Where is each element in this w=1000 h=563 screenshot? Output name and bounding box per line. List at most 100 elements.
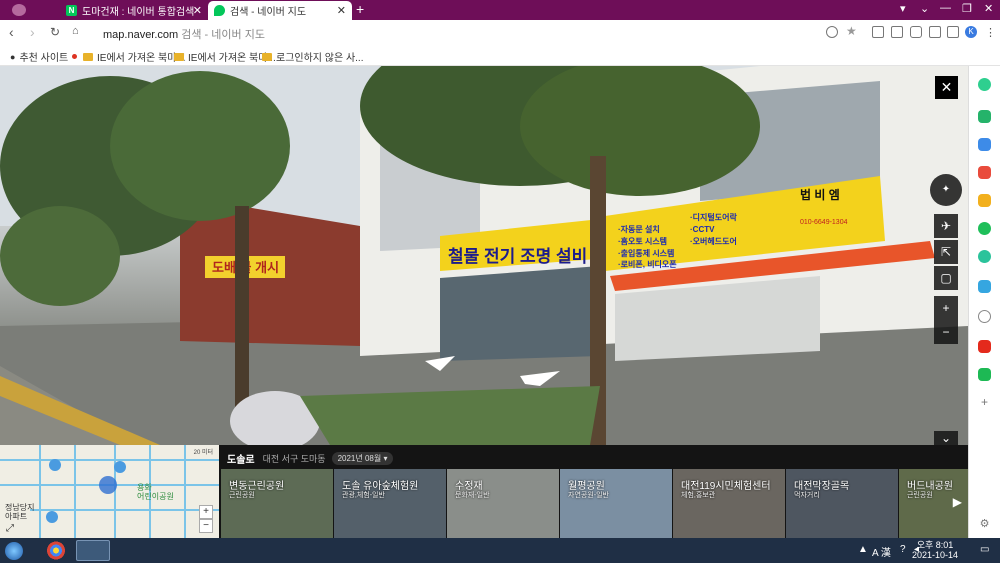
favorites-icon[interactable] [978, 194, 991, 207]
ime-indicator[interactable]: A 漢 [872, 544, 891, 559]
pin-icon[interactable]: ⌄ [920, 2, 929, 15]
bookmarks-bar: ● 추천 사이트 IE에서 가져온 북마크 IE에서 가져온 북마... 로그인… [0, 46, 1000, 66]
thumbnail-category: 문화재-일반 [455, 492, 490, 499]
help-icon[interactable]: ? [900, 544, 906, 555]
collapse-panel-icon[interactable]: ⌄ [934, 431, 958, 445]
sign-list-item: ·CCTV [690, 225, 715, 234]
zoom-out-icon[interactable]: − [934, 320, 958, 344]
fullscreen-icon[interactable]: ▢ [934, 266, 958, 290]
address-bar[interactable]: map.naver.com 검색 - 네이버 지도 [103, 26, 265, 42]
bookmark-star-icon[interactable]: ★ [846, 24, 858, 38]
street-view-panorama[interactable]: 도배 블 개시 철물 전기 조명 설비 ·자동문 설치 ·홈오토 시스템 ·출입… [0, 66, 968, 445]
notification-icon[interactable] [978, 110, 991, 123]
star-icon: ● [10, 51, 16, 62]
whale-browser-icon[interactable] [76, 540, 110, 561]
tray-network-icon[interactable]: ▲ [858, 544, 868, 555]
reload-icon[interactable]: ↻ [50, 25, 60, 39]
chat-icon[interactable] [978, 222, 991, 235]
bookmark-recommended-sites[interactable]: ● 추천 사이트 [10, 49, 69, 65]
translate-icon[interactable] [978, 280, 991, 293]
browser-toolbar: ‹ › ↻ ⌂ map.naver.com 검색 - 네이버 지도 ★ K ⋮ [0, 20, 1000, 46]
mail-icon[interactable] [978, 138, 991, 151]
capture-icon[interactable] [891, 26, 903, 38]
naver-map-pin-icon [214, 5, 225, 16]
forward-icon[interactable]: › [30, 24, 35, 40]
close-street-view-button[interactable]: ✕ [935, 76, 958, 99]
shield-icon[interactable] [826, 26, 838, 38]
thumbnail-card[interactable]: 변동근린공원 근린공원 [221, 469, 333, 538]
thumbnail-card[interactable]: 대전막장골목 먹자거리 [786, 469, 898, 538]
clock-date: 2021-10-14 [911, 550, 958, 560]
tab-naver-map[interactable]: 검색 - 네이버 지도 ✕ [208, 1, 352, 20]
clock-time: 오후 8:01 [916, 540, 954, 550]
mini-map-zoom-in-button[interactable]: + [199, 505, 213, 519]
sign-list-item: ·자동문 설치 [618, 224, 660, 234]
extensions-icon[interactable] [947, 26, 959, 38]
mini-map-zoom-out-button[interactable]: − [199, 519, 213, 533]
sidebar-settings-icon[interactable]: ⚙ [978, 518, 991, 531]
new-tab-button[interactable]: + [356, 1, 364, 17]
reading-list-icon[interactable] [872, 26, 884, 38]
mini-map-label-park: 용화 어린이공원 [137, 483, 174, 501]
folder-icon [174, 52, 184, 61]
close-icon[interactable]: ✕ [337, 4, 346, 17]
back-icon[interactable]: ‹ [9, 24, 14, 40]
restore-icon[interactable]: ❐ [962, 2, 972, 15]
chrome-icon[interactable] [39, 540, 73, 561]
menu-icon[interactable]: ⋮ [985, 26, 997, 39]
bookmark-folder[interactable]: IE에서 가져온 북마... [174, 49, 276, 64]
thumbnail-card[interactable]: 월평공원 자연공원-일반 [560, 469, 672, 538]
compass-control[interactable]: ✦ [930, 174, 962, 206]
tab-title: 검색 - 네이버 지도 [230, 7, 307, 18]
airplane-view-icon[interactable]: ✈ [934, 214, 958, 238]
thumbnail-card[interactable]: 도솔 유아숲체험원 관광,체험-일반 [334, 469, 446, 538]
bookmark-label: 로그인하지 않은 사... [276, 53, 364, 64]
camera-icon[interactable] [910, 26, 922, 38]
sidebar-add-icon[interactable]: + [978, 396, 991, 409]
naver-n-icon: N [66, 5, 77, 16]
browser-tab-strip: N 도마건재 : 네이버 통합검색 ✕ 검색 - 네이버 지도 ✕ + ▾ ⌄ … [0, 0, 1000, 20]
browser-sidebar: + ⚙ [968, 66, 1000, 538]
tab-title: 도마건재 : 네이버 통합검색 [82, 7, 195, 18]
sidebar-app-icon[interactable] [978, 78, 991, 91]
action-center-icon[interactable]: ▭ [980, 544, 989, 555]
place-name: 도솔로 [227, 455, 255, 466]
profile-avatar[interactable]: K [965, 26, 977, 38]
mini-map[interactable]: 정남당지 아파트 용화 어린이공원 20 미터 + − ⤢ [0, 445, 219, 538]
share-icon[interactable]: ⇱ [934, 240, 958, 264]
bottom-panel: 정남당지 아파트 용화 어린이공원 20 미터 + − ⤢ 도솔로 대전 서구 도마… [0, 445, 968, 538]
url-host: map.naver.com [103, 29, 179, 41]
tab-search-icon[interactable]: ▾ [900, 2, 906, 15]
tab-naver-search[interactable]: N 도마건재 : 네이버 통합검색 ✕ [60, 1, 208, 20]
start-button-icon[interactable] [5, 542, 23, 560]
minimize-icon[interactable]: — [940, 2, 951, 14]
close-icon[interactable]: ✕ [193, 4, 202, 17]
thumbnail-category: 근린공원 [907, 492, 933, 499]
place-info-bar: 도솔로 대전 서구 도마동 2021년 08월 ▾ [227, 451, 394, 466]
thumbnail-card[interactable]: 수정재 문화재-일반 [447, 469, 559, 538]
bookmark-label: 추천 사이트 [19, 53, 69, 64]
expand-map-icon[interactable]: ⤢ [6, 523, 14, 534]
home-icon[interactable]: ⌂ [72, 25, 79, 37]
thumbnail-card[interactable]: 대전119시민체험센터 체험,홍보관 [673, 469, 785, 538]
carousel-next-icon[interactable]: ▶ [953, 495, 962, 509]
windows-taskbar: ▲ A 漢 ? ◂ 오후 8:01 2021-10-14 ▭ [0, 538, 1000, 563]
sidebar-misc-icon[interactable] [978, 310, 991, 323]
sidebar-green-app-icon[interactable] [978, 368, 991, 381]
window-close-icon[interactable]: ✕ [984, 2, 993, 15]
system-clock[interactable]: 오후 8:01 2021-10-14 [912, 540, 958, 560]
sidebar-red-app-icon[interactable] [978, 340, 991, 353]
date-value: 2021년 08월 [337, 454, 382, 463]
bookmark-folder[interactable]: IE에서 가져온 북마크 [72, 49, 186, 64]
sign-list-item: ·디지털도어락 [690, 212, 737, 222]
bookmark-label: IE에서 가져온 북마크 [97, 53, 186, 64]
date-selector[interactable]: 2021년 08월 ▾ [331, 452, 394, 465]
play-icon[interactable] [978, 250, 991, 263]
zoom-in-icon[interactable]: + [934, 296, 958, 320]
nearby-places-carousel: 변동근린공원 근린공원 도솔 유아숲체험원 관광,체험-일반 수정재 문화재-일… [221, 469, 968, 538]
sidebar-toggle-icon[interactable] [929, 26, 941, 38]
sign-store-text: 법 비 엠 [800, 187, 840, 202]
sign-list-item: ·오버헤드도어 [690, 236, 737, 246]
pocket-icon[interactable] [978, 166, 991, 179]
bookmark-folder[interactable]: 로그인하지 않은 사... [262, 49, 364, 64]
